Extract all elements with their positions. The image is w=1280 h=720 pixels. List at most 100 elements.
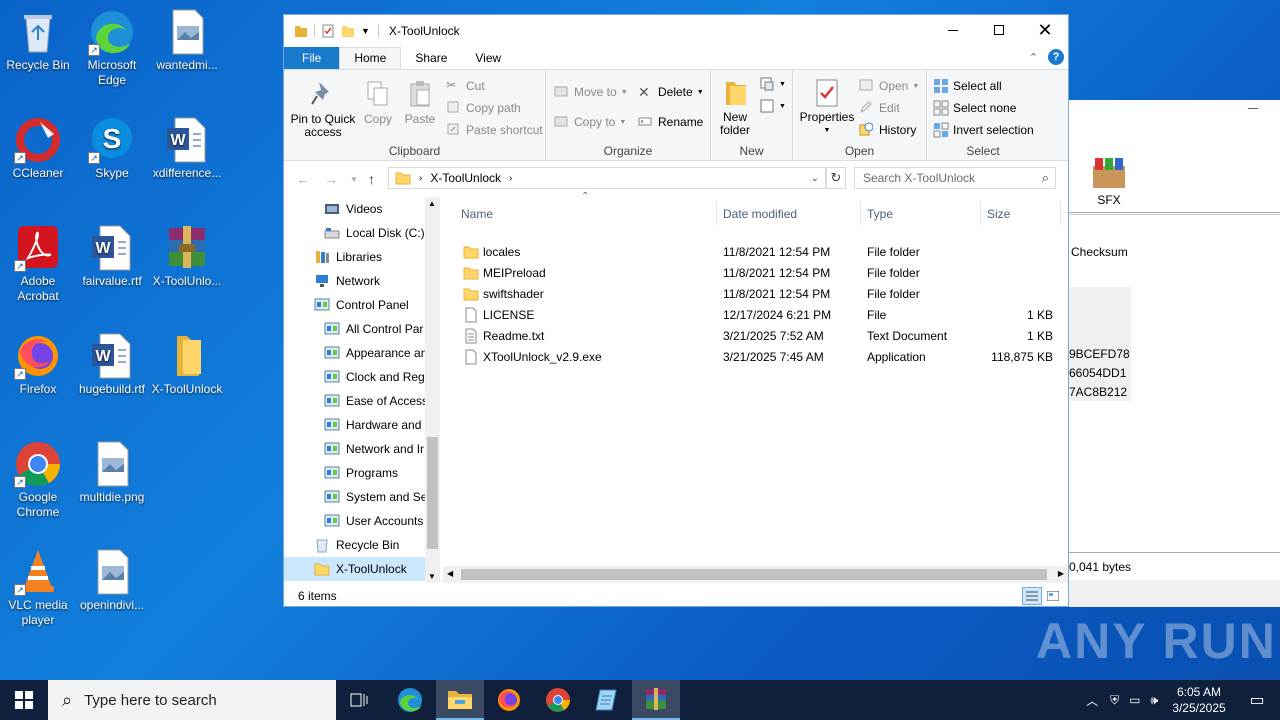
nav-item[interactable]: Videos [284,197,425,221]
forward-arrow-icon[interactable]: → [324,171,338,187]
scroll-down-icon[interactable]: ▼ [428,572,436,581]
column-header-date-modified[interactable]: Date modified [717,202,861,226]
select-none-button[interactable]: Select none [933,100,1016,116]
nav-item[interactable]: Network and Ir [284,437,425,461]
column-header-type[interactable]: Type [861,202,981,226]
properties-button[interactable]: Properties ▼ [799,78,855,137]
nav-item[interactable]: Local Disk (C:) [284,221,425,245]
chevron-down-icon[interactable]: ⌄ [811,173,819,184]
close-button[interactable]: ✕ [1022,15,1068,45]
title-bar[interactable]: ▼ X-ToolUnlock ✕ [284,15,1068,47]
desktop-icon-adobe-acrobat[interactable]: ↗ Adobe Acrobat [0,224,76,304]
maximize-button[interactable] [976,15,1022,45]
minimize-button[interactable] [930,15,976,45]
nav-item[interactable]: Control Panel [284,293,425,317]
sfx-button[interactable]: SFX [1079,156,1139,207]
network-icon[interactable]: ▭ [1129,693,1140,707]
tab-home[interactable]: Home [339,47,402,69]
desktop-icon-openindivi[interactable]: openindivi... [74,548,150,613]
navigation-scrollbar[interactable]: ▲ ▼ [425,197,440,583]
nav-item[interactable]: Ease of Access [284,389,428,413]
breadcrumb[interactable]: X-ToolUnlock [430,171,501,185]
chevron-down-icon[interactable]: ▼ [361,26,370,36]
taskbar-chrome[interactable] [534,680,582,720]
desktop-icon-x-toolunlock-folder[interactable]: X-ToolUnlock [149,332,225,397]
security-icon[interactable]: ⛨ [1110,693,1119,708]
invert-selection-button[interactable]: Invert selection [933,122,1034,138]
nav-item[interactable]: Libraries [284,245,425,269]
desktop-icon-x-toolunlock-archive[interactable]: X-ToolUnlo... [149,224,225,289]
scroll-up-icon[interactable]: ▲ [428,199,436,208]
back-arrow-icon[interactable]: ← [296,171,310,187]
column-header-name[interactable]: Name [455,202,717,226]
scroll-left-icon[interactable]: ◀ [447,569,453,578]
paste-button[interactable]: Paste [400,80,440,126]
nav-item[interactable]: Network [284,269,425,293]
nav-item[interactable]: Appearance an [284,341,427,365]
history-button[interactable]: History [859,122,916,138]
copy-button[interactable]: Copy [360,80,396,126]
desktop-icon-fairvalue[interactable]: W fairvalue.rtf [74,224,150,289]
minimize-icon[interactable] [1248,108,1258,109]
move-to-button[interactable]: Move to ▼ [554,84,628,100]
desktop-icon-xdifference[interactable]: W xdifference... [149,116,225,181]
refresh-button[interactable]: ↻ [826,167,846,189]
help-icon[interactable]: ? [1048,49,1064,65]
edit-button[interactable]: Edit [859,100,900,116]
file-row[interactable]: Readme.txt 3/21/2025 7:52 AM Text Document… [459,326,1059,347]
desktop-icon-hugebuild[interactable]: W hugebuild.rtf [74,332,150,397]
address-bar[interactable]: › X-ToolUnlock › ⌄ [388,167,826,189]
taskbar-notepad[interactable] [583,680,631,720]
start-button[interactable] [0,680,48,720]
delete-button[interactable]: ✕ Delete ▼ [638,84,704,100]
select-all-button[interactable]: Select all [933,78,1002,94]
scrollbar-thumb[interactable] [427,437,438,549]
desktop-icon-edge[interactable]: ↗ Microsoft Edge [74,8,150,88]
nav-item[interactable]: All Control Par [284,317,425,341]
desktop-icon-firefox[interactable]: ↗ Firefox [0,332,76,397]
task-view-button[interactable] [336,680,384,720]
clock[interactable]: 6:05 AM 3/25/2025 [1164,684,1234,716]
taskbar-file-explorer[interactable] [436,680,484,720]
column-header-size[interactable]: Size [981,202,1061,226]
paste-shortcut-button[interactable]: Paste shortcut [446,122,543,138]
nav-item[interactable]: Clock and Regi [284,365,427,389]
open-button[interactable]: Open ▼ [859,78,919,94]
file-row[interactable]: swiftshader 11/8/2021 12:54 PM File folder [459,284,1059,305]
nav-item[interactable]: System and Sec [284,485,433,509]
nav-item[interactable]: Programs [284,461,425,485]
show-hidden-icons-icon[interactable]: ︿ [1086,692,1098,709]
collapse-ribbon-icon[interactable]: ⌃ [1029,51,1038,64]
desktop-icon-vlc[interactable]: ↗ VLC media player [0,548,76,628]
file-row[interactable]: locales 11/8/2021 12:54 PM File folder [459,242,1059,263]
properties-icon[interactable] [321,24,335,38]
tab-share[interactable]: Share [401,48,461,69]
volume-icon[interactable]: 🕪 [1150,693,1158,708]
scroll-right-icon[interactable]: ▶ [1058,569,1064,578]
taskbar-search-input[interactable]: ⌕ Type here to search [48,680,336,720]
desktop-icon-skype[interactable]: S ↗ Skype [74,116,150,181]
nav-item[interactable]: Hardware and [284,413,425,437]
file-row[interactable]: XToolUnlock_v2.9.exe 3/21/2025 7:45 AM App… [459,347,1059,368]
search-input[interactable]: Search X-ToolUnlock ⌕ [854,167,1056,189]
desktop-icon-ccleaner[interactable]: ↗ CCleaner [0,116,76,181]
horizontal-scrollbar[interactable]: ◀ ▶ [443,566,1068,583]
file-row[interactable]: LICENSE 12/17/2024 6:21 PM File 1 KB [459,305,1059,326]
up-arrow-icon[interactable]: ↑ [368,171,375,187]
pin-to-quick-access-button[interactable]: Pin to Quick access [288,80,358,139]
taskbar-firefox[interactable] [485,680,533,720]
tab-file[interactable]: File [284,47,340,69]
nav-item[interactable]: User Accounts [284,509,425,533]
large-icons-view-icon[interactable] [1044,587,1062,605]
new-item-button[interactable]: ▼ [759,76,786,92]
tab-view[interactable]: View [461,48,515,69]
desktop-icon-wantedmi[interactable]: wantedmi... [149,8,225,73]
recent-locations-icon[interactable]: ▼ [350,175,358,184]
notification-icon[interactable]: ▭ [1234,690,1280,710]
rename-button[interactable]: Rename [638,114,703,130]
nav-item[interactable]: Recycle Bin [284,533,425,557]
details-view-icon[interactable] [1022,587,1042,605]
new-folder-button[interactable]: New folder [715,78,755,137]
taskbar-edge[interactable] [386,680,434,720]
cut-button[interactable]: ✂ Cut [446,78,485,94]
